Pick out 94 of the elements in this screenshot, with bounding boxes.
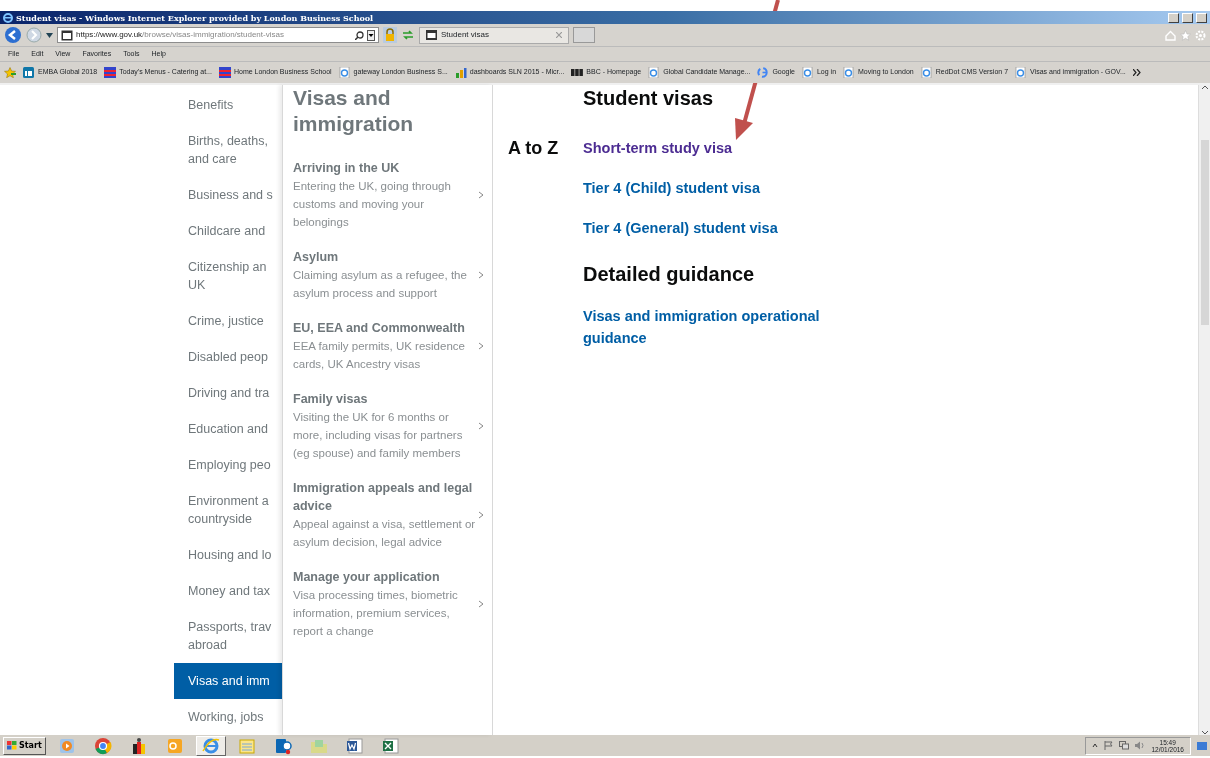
sidebar-item[interactable]: Education and bbox=[174, 411, 282, 447]
speaker-icon[interactable] bbox=[1135, 741, 1146, 750]
page-icon bbox=[61, 29, 73, 41]
sidebar-item[interactable]: Visas and imm bbox=[174, 663, 282, 699]
item-title: Arriving in the UK bbox=[293, 160, 401, 177]
minimize-button[interactable] bbox=[1168, 12, 1179, 23]
chevron-icon bbox=[478, 342, 484, 350]
sidebar-item[interactable]: Disabled peop bbox=[174, 339, 282, 375]
item-description: EEA family permits, UK residence cards, UK Ancestry visas bbox=[293, 339, 466, 372]
url-text: https://www.gov.uk/browse/visas-immigration/student-visas bbox=[76, 29, 284, 41]
bar-chart-icon bbox=[454, 67, 467, 78]
chevron-icon bbox=[478, 511, 484, 519]
scrollbar-thumb[interactable] bbox=[1200, 140, 1209, 325]
page-icon bbox=[1015, 67, 1028, 78]
sidebar-item[interactable]: Business and s bbox=[174, 177, 282, 213]
item-title: EU, EEA and Commonwealth bbox=[293, 320, 466, 337]
window-title: Student visas - Windows Internet Explorer provided by London Business School bbox=[16, 12, 374, 23]
scroll-up-icon[interactable] bbox=[1200, 85, 1209, 90]
sidebar-item[interactable]: Housing and lo bbox=[174, 537, 282, 573]
sidebar-item[interactable]: Births, deaths, and care bbox=[174, 123, 282, 177]
browser-tab[interactable]: Student visas bbox=[419, 26, 569, 44]
section-item[interactable]: Manage your application Visa processing times, biometric information, premium services, report a change bbox=[293, 568, 484, 640]
section-item[interactable]: Family visas Visiting the UK for 6 months or more, including visas for partners (eg spouse) and family members bbox=[293, 390, 484, 462]
section-item[interactable]: Arriving in the UK Entering the UK, going through customs and moving your belongings bbox=[293, 159, 484, 231]
guide-link[interactable]: Visas and immigration operational guidance bbox=[583, 305, 863, 349]
close-icon[interactable] bbox=[556, 32, 562, 38]
page-icon bbox=[426, 30, 437, 40]
sidebar-item[interactable]: Employing peo bbox=[174, 447, 282, 483]
square-icon bbox=[23, 67, 35, 78]
show-desktop-button[interactable] bbox=[1197, 741, 1207, 750]
sidebar-item[interactable]: Environment a countryside bbox=[174, 483, 282, 537]
sidebar-item[interactable]: Benefits bbox=[174, 87, 282, 123]
page-icon bbox=[843, 67, 856, 78]
sidebar-item[interactable]: Money and tax bbox=[174, 573, 282, 609]
scrollbar[interactable] bbox=[1198, 85, 1210, 735]
chevron-icon bbox=[478, 271, 484, 279]
item-description: Visiting the UK for 6 months or more, including visas for partners (eg spouse) and family members bbox=[293, 410, 464, 461]
browser-icon bbox=[201, 736, 220, 755]
item-title: Manage your application bbox=[293, 569, 441, 586]
chevron-icon bbox=[478, 600, 484, 608]
search-icon[interactable] bbox=[355, 30, 364, 40]
favorites-star-icon[interactable] bbox=[4, 67, 16, 78]
flag-icon[interactable] bbox=[1104, 741, 1114, 750]
chevron-icon[interactable] bbox=[1132, 69, 1141, 76]
dropdown-button[interactable] bbox=[367, 29, 375, 41]
striped-icon bbox=[104, 67, 117, 78]
guide-link[interactable]: Short-term study visa bbox=[583, 135, 733, 161]
page-heading: Student visas bbox=[583, 86, 715, 111]
lock-icon[interactable] bbox=[383, 27, 397, 43]
sidebar-item[interactable]: Childcare and bbox=[174, 213, 282, 249]
taskbar-button[interactable] bbox=[195, 735, 226, 756]
close-button[interactable] bbox=[1196, 12, 1207, 23]
guide-link[interactable]: Tier 4 (General) student visa bbox=[583, 215, 778, 241]
refresh-icon[interactable] bbox=[401, 29, 415, 41]
blocks-icon bbox=[571, 67, 584, 78]
dropdown-icon[interactable] bbox=[46, 32, 53, 38]
item-title: Immigration appeals and legal advice bbox=[293, 480, 474, 515]
page-icon bbox=[338, 67, 351, 78]
section-item[interactable]: EU, EEA and Commonwealth EEA family permits, UK residence cards, UK Ancestry visas bbox=[293, 319, 484, 373]
page-icon bbox=[801, 67, 814, 78]
page-icon bbox=[920, 67, 933, 78]
item-title: Asylum bbox=[293, 249, 340, 266]
item-description: Claiming asylum as a refugee, the asylum process and support bbox=[293, 268, 468, 301]
browser-logo-icon bbox=[3, 12, 13, 23]
scroll-down-icon[interactable] bbox=[1200, 730, 1209, 735]
guide-link[interactable]: Tier 4 (Child) student visa bbox=[583, 175, 760, 201]
notepad-icon bbox=[237, 736, 256, 755]
item-description: Visa processing times, biometric information, premium services, report a change bbox=[293, 588, 459, 639]
g-circle-icon bbox=[757, 67, 770, 78]
striped-icon bbox=[218, 67, 231, 78]
network-icon[interactable] bbox=[1119, 741, 1130, 750]
windows-logo-icon bbox=[7, 741, 17, 750]
index-label: A to Z bbox=[508, 137, 560, 160]
item-title: Family visas bbox=[293, 391, 369, 408]
sidebar-item[interactable]: Crime, justice bbox=[174, 303, 282, 339]
sidebar-item[interactable]: Passports, trav abroad bbox=[174, 609, 282, 663]
chevron-icon bbox=[478, 422, 484, 430]
chevron-icon[interactable] bbox=[1092, 742, 1099, 749]
sidebar-item[interactable]: Driving and tra bbox=[174, 375, 282, 411]
new-tab-button[interactable] bbox=[573, 27, 595, 43]
restore-button[interactable] bbox=[1182, 12, 1193, 23]
back-button[interactable] bbox=[4, 26, 22, 44]
item-description: Entering the UK, going through customs and moving your belongings bbox=[293, 179, 452, 230]
sidebar-item[interactable]: Citizenship an UK bbox=[174, 249, 282, 303]
page-icon bbox=[648, 67, 661, 78]
section-item[interactable]: Immigration appeals and legal advice Appeal against a visa, settlement or asylum decision, legal advice bbox=[293, 479, 484, 551]
section-title: Visas and immigration bbox=[293, 85, 415, 137]
section-heading: Detailed guidance bbox=[583, 262, 756, 287]
chevron-icon bbox=[478, 191, 484, 199]
address-field[interactable]: https://www.gov.uk/browse/visas-immigration/student-visas bbox=[57, 27, 379, 43]
section-item[interactable]: Asylum Claiming asylum as a refugee, the asylum process and support bbox=[293, 248, 484, 302]
item-description: Appeal against a visa, settlement or asylum decision, legal advice bbox=[293, 517, 477, 550]
sidebar-item[interactable]: Working, jobs bbox=[174, 699, 282, 735]
start-button[interactable]: Start bbox=[3, 736, 46, 755]
